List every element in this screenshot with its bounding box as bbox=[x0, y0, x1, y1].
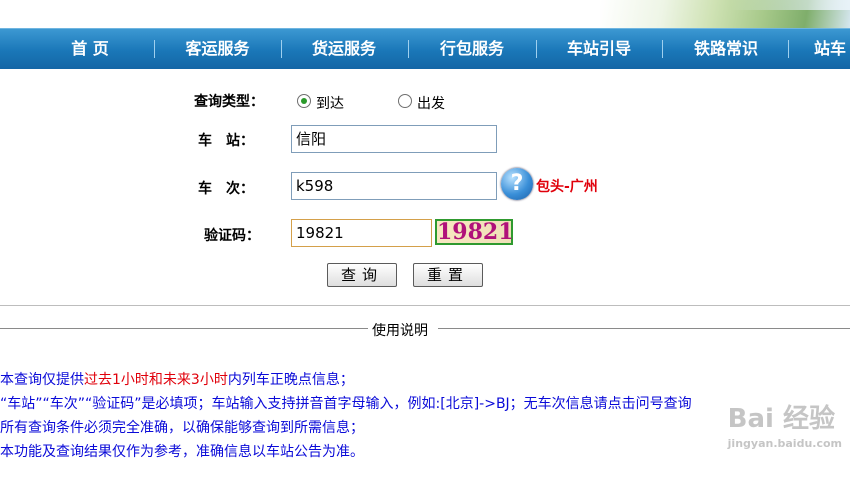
nav-separator bbox=[536, 40, 537, 58]
header-banner bbox=[0, 0, 850, 28]
instruction-line-2: “车站”“车次”“验证码”是必填项；车站输入支持拼音首字母输入，例如:[北京]-… bbox=[0, 396, 692, 412]
section-divider bbox=[0, 305, 850, 306]
instruction-line-1: 本查询仅提供过去1小时和未来3小时内列车正晚点信息； bbox=[0, 369, 354, 389]
instruction-line-1-b: 内列车正晚点信息； bbox=[227, 372, 354, 388]
train-label: 车 次： bbox=[198, 181, 254, 197]
radio-depart-label[interactable]: 出发 bbox=[417, 93, 445, 113]
watermark-url: jingyan.baidu.com bbox=[727, 437, 842, 450]
nav-separator bbox=[281, 40, 282, 58]
nav-item-station-guide[interactable]: 车站引导 bbox=[545, 29, 653, 69]
baidu-watermark: Bai 经验 jingyan.baidu.com bbox=[728, 398, 842, 450]
query-button[interactable]: 查询 bbox=[327, 263, 397, 287]
instruction-line-1-highlight: 过去1小时和未来3小时 bbox=[84, 372, 228, 388]
instruction-line-4: 本功能及查询结果仅作为参考，准确信息以车站公告为准。 bbox=[0, 444, 364, 460]
reset-button[interactable]: 重置 bbox=[413, 263, 483, 287]
captcha-input[interactable]: 19821 bbox=[291, 219, 432, 247]
station-label: 车 站： bbox=[198, 133, 254, 149]
instruction-line-3: 所有查询条件必须完全准确，以确保能够查询到所需信息； bbox=[0, 420, 364, 436]
nav-item-freight[interactable]: 货运服务 bbox=[290, 29, 398, 69]
query-type-label: 查询类型： bbox=[194, 94, 264, 110]
nav-separator bbox=[154, 40, 155, 58]
nav-item-luggage[interactable]: 行包服务 bbox=[418, 29, 526, 69]
station-input[interactable]: 信阳 bbox=[291, 125, 497, 153]
radio-arrive[interactable] bbox=[297, 94, 311, 108]
nav-item-passenger[interactable]: 客运服务 bbox=[165, 29, 270, 69]
nav-separator bbox=[788, 40, 789, 58]
instructions-rule-right bbox=[438, 328, 850, 329]
nav-item-station-train[interactable]: 站车 bbox=[814, 29, 850, 69]
train-number-input[interactable]: k598 bbox=[291, 172, 497, 200]
radio-arrive-label[interactable]: 到达 bbox=[316, 93, 344, 113]
nav-separator bbox=[662, 40, 663, 58]
route-hint: 包头-广州 bbox=[536, 179, 598, 195]
captcha-label: 验证码： bbox=[204, 228, 260, 244]
nav-item-railway-knowledge[interactable]: 铁路常识 bbox=[672, 29, 780, 69]
question-mark-icon[interactable]: ? bbox=[501, 168, 533, 200]
instruction-line-1-a: 本查询仅提供 bbox=[0, 372, 84, 388]
main-nav: 首 页 客运服务 货运服务 行包服务 车站引导 铁路常识 站车 bbox=[0, 28, 850, 69]
radio-depart[interactable] bbox=[398, 94, 412, 108]
nav-item-home[interactable]: 首 页 bbox=[40, 29, 140, 69]
banner-sky bbox=[730, 0, 850, 10]
nav-separator bbox=[408, 40, 409, 58]
instructions-rule-left bbox=[0, 328, 368, 329]
watermark-logo-text: Bai 经验 bbox=[727, 404, 835, 434]
instructions-title: 使用说明 bbox=[372, 323, 428, 339]
captcha-image[interactable]: 19821 bbox=[435, 219, 514, 245]
